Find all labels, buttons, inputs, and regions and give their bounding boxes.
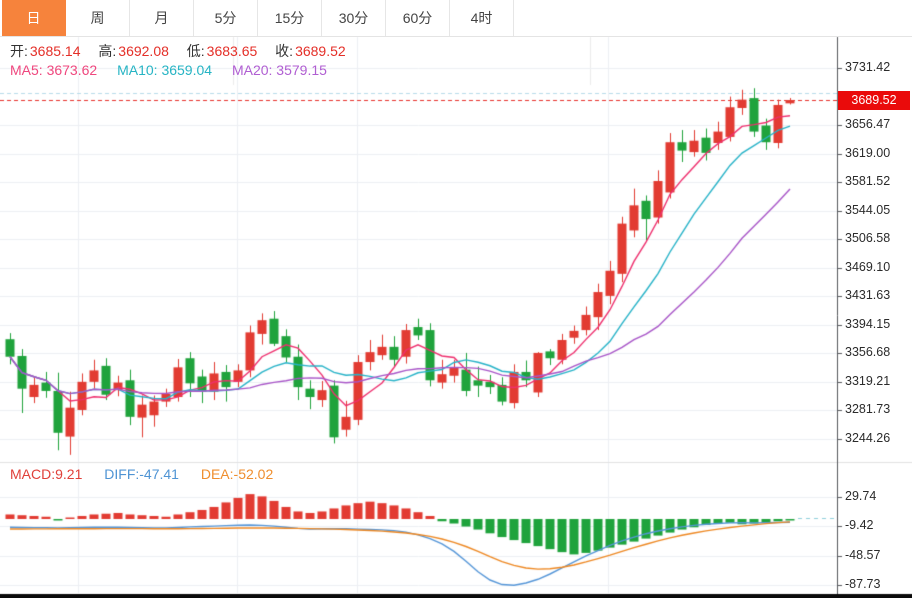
price-axis-label: 3506.58 <box>845 231 909 245</box>
tab-period-1[interactable]: 周 <box>66 0 130 36</box>
open-label: 开: <box>10 43 28 59</box>
diff-label: DIFF: <box>104 466 139 482</box>
tab-period-3[interactable]: 5分 <box>194 0 258 36</box>
tab-period-0[interactable]: 日 <box>2 0 66 36</box>
price-axis-label: 3356.68 <box>845 345 909 359</box>
price-axis-label: 3544.05 <box>845 203 909 217</box>
price-axis-label: 3319.21 <box>845 374 909 388</box>
price-axis-label: 3394.15 <box>845 317 909 331</box>
ma5-label: MA5: <box>10 62 43 78</box>
macd-label: MACD: <box>10 466 55 482</box>
high-label: 高: <box>98 43 116 59</box>
macd-axis-label: 29.74 <box>845 489 909 503</box>
kline-chart-app: 日周月5分15分30分60分4时 开:3685.14 高:3692.08 低:3… <box>0 0 912 598</box>
current-price-badge: 3689.52 <box>838 91 910 110</box>
price-axis-label: 3619.00 <box>845 146 909 160</box>
price-axis-label: 3469.10 <box>845 260 909 274</box>
ma10-value: 3659.04 <box>161 62 212 78</box>
close-label: 收: <box>275 43 293 59</box>
macd-axis-label: -48.57 <box>845 548 909 562</box>
price-axis-label: 3431.63 <box>845 288 909 302</box>
open-value: 3685.14 <box>30 43 81 59</box>
price-axis-label: 3656.47 <box>845 117 909 131</box>
period-tabbar: 日周月5分15分30分60分4时 <box>0 0 912 37</box>
macd-axis-label: -9.42 <box>845 518 909 532</box>
price-axis-label: 3281.73 <box>845 402 909 416</box>
ma20-label: MA20: <box>232 62 272 78</box>
price-axis-label: 3244.26 <box>845 431 909 445</box>
price-axis-label: 3731.42 <box>845 60 909 74</box>
diff-value: -47.41 <box>139 466 179 482</box>
low-label: 低: <box>187 43 205 59</box>
close-value: 3689.52 <box>295 43 346 59</box>
ma5-value: 3673.62 <box>47 62 98 78</box>
macd-axis-label: -87.73 <box>845 577 909 591</box>
tab-period-5[interactable]: 30分 <box>322 0 386 36</box>
ma-info-row: MA5: 3673.62 MA10: 3659.04 MA20: 3579.15 <box>10 62 327 82</box>
ohlc-info-row: 开:3685.14 高:3692.08 低:3683.65 收:3689.52 <box>10 41 346 61</box>
high-value: 3692.08 <box>118 43 169 59</box>
low-value: 3683.65 <box>207 43 258 59</box>
tab-period-4[interactable]: 15分 <box>258 0 322 36</box>
dea-label: DEA: <box>201 466 234 482</box>
price-axis-label: 3581.52 <box>845 174 909 188</box>
ma20-value: 3579.15 <box>276 62 327 78</box>
macd-value: 9.21 <box>55 466 82 482</box>
tab-period-2[interactable]: 月 <box>130 0 194 36</box>
kline-chart-canvas[interactable] <box>0 0 912 598</box>
dea-value: -52.02 <box>234 466 274 482</box>
ma10-label: MA10: <box>117 62 157 78</box>
tab-period-6[interactable]: 60分 <box>386 0 450 36</box>
tab-period-7[interactable]: 4时 <box>450 0 514 36</box>
macd-info-row: MACD:9.21 DIFF:-47.41 DEA:-52.02 <box>10 466 273 484</box>
